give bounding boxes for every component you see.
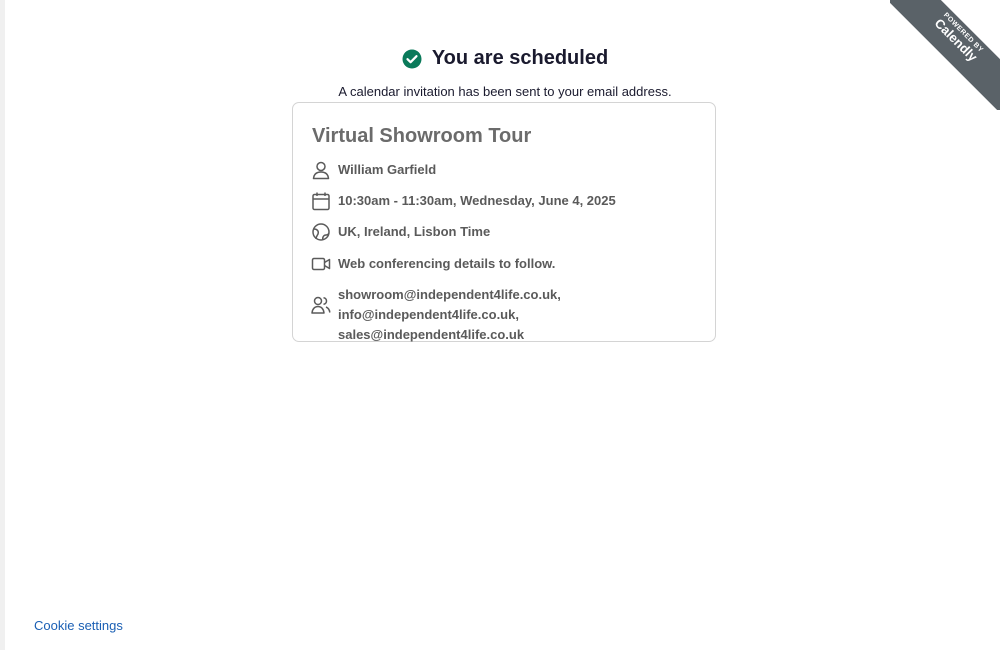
- video-camera-icon: [311, 254, 331, 274]
- calendar-icon: [311, 191, 331, 211]
- people-icon: [311, 295, 331, 315]
- person-icon: [311, 160, 331, 180]
- page-title: You are scheduled: [431, 47, 609, 69]
- host-name: William Garfield: [338, 162, 437, 177]
- cookie-settings-link[interactable]: Cookie settings: [34, 618, 123, 633]
- event-details-card: Virtual Showroom Tour William Garfield 1…: [292, 102, 716, 342]
- confirmation-subtitle: A calendar invitation has been sent to y…: [338, 84, 672, 99]
- guest-line-2: info@independent4life.co.uk, sales@indep…: [338, 307, 525, 342]
- title-row: You are scheduled: [402, 47, 608, 70]
- guests-row: showroom@independent4life.co.uk, info@in…: [311, 285, 708, 345]
- confirmation-page: You are scheduled A calendar invitation …: [0, 0, 1000, 650]
- check-circle-icon: [402, 49, 422, 69]
- event-timezone: UK, Ireland, Lisbon Time: [338, 224, 491, 239]
- event-datetime: 10:30am - 11:30am, Wednesday, June 4, 20…: [338, 193, 616, 208]
- event-title: Virtual Showroom Tour: [312, 125, 532, 147]
- datetime-row: 10:30am - 11:30am, Wednesday, June 4, 20…: [311, 191, 616, 211]
- header: You are scheduled: [0, 47, 1000, 74]
- powered-by-ribbon[interactable]: POWERED BY Calendly: [890, 0, 1000, 110]
- event-location: Web conferencing details to follow.: [338, 256, 556, 271]
- guest-line-1: showroom@independent4life.co.uk,: [338, 287, 561, 302]
- host-row: William Garfield: [311, 160, 436, 180]
- powered-by-label: POWERED BY: [941, 11, 985, 55]
- guest-list: showroom@independent4life.co.uk, info@in…: [338, 285, 708, 345]
- location-row: Web conferencing details to follow.: [311, 254, 555, 274]
- timezone-row: UK, Ireland, Lisbon Time: [311, 222, 490, 242]
- globe-icon: [311, 222, 331, 242]
- powered-by-badge[interactable]: POWERED BY Calendly: [890, 0, 1000, 110]
